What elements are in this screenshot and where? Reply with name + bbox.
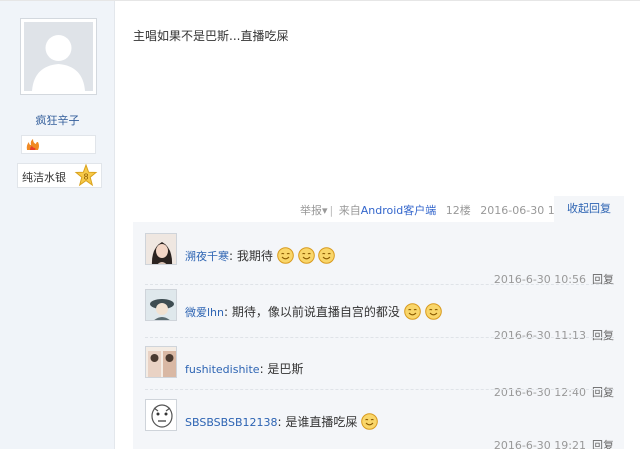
smile-emoji-icon [318, 247, 336, 264]
post-meta: 举报▾ | 来自Android客户端 12楼 2016-06-30 10:54 [300, 204, 580, 217]
reply-username[interactable]: fushitedishite [185, 363, 260, 376]
smile-emoji-icon [276, 247, 294, 264]
reply-avatar[interactable] [145, 346, 177, 378]
reply-button[interactable]: 回复 [592, 439, 614, 449]
reply-button[interactable]: 回复 [592, 329, 614, 342]
user-photo-icon [146, 234, 176, 264]
reply-list: 溯夜千寒: 我期待 2016-6-30 10:56 回复 微爱lhn: 期待，像… [133, 222, 624, 449]
username-link[interactable]: 疯狂辛子 [0, 112, 115, 128]
reply-time: 2016-6-30 19:21 [493, 439, 586, 449]
level-badge[interactable]: 纯洁水银 8 [17, 163, 102, 188]
reply-username[interactable]: SBSBSBSB12138 [185, 416, 278, 429]
divider [145, 337, 614, 338]
user-photo-icon [146, 347, 176, 377]
reply-item: fushitedishite: 是巴斯 2016-6-30 12:40 回复 [145, 346, 614, 399]
cartoon-face-icon [146, 400, 176, 430]
user-photo-icon [146, 290, 176, 320]
collapse-replies-button[interactable]: 收起回复 [554, 196, 624, 222]
user-sidebar: 疯狂辛子 纯洁水银 8 [0, 1, 115, 449]
smile-emoji-icon [424, 303, 442, 320]
level-number: 8 [83, 173, 88, 182]
reply-avatar[interactable] [145, 233, 177, 265]
reply-time: 2016-6-30 11:13 [493, 329, 586, 342]
smile-emoji-icon [361, 413, 379, 430]
user-avatar[interactable] [20, 18, 97, 95]
reply-username[interactable]: 溯夜千寒 [185, 250, 229, 263]
reply-text: 我期待 [236, 249, 273, 263]
reply-item: 溯夜千寒: 我期待 2016-6-30 10:56 回复 [145, 233, 614, 286]
reply-item: SBSBSBSB12138: 是谁直播吃屎 2016-6-30 19:21 回复 [145, 399, 614, 449]
post-content: 主唱如果不是巴斯...直播吃屎 [133, 29, 289, 43]
level-star-icon: 8 [74, 164, 98, 187]
emoji-group [273, 247, 336, 264]
reply-text: 是谁直播吃屎 [285, 415, 358, 429]
emoji-group [357, 413, 379, 430]
report-dropdown-icon[interactable]: ▾ [322, 204, 328, 217]
divider [145, 389, 614, 390]
smile-emoji-icon [403, 303, 421, 320]
divider [145, 284, 614, 285]
reply-text: 期待，像以前说直播自宫的都没 [231, 305, 400, 319]
report-link[interactable]: 举报 [300, 204, 322, 217]
level-label: 纯洁水银 [22, 171, 66, 184]
reply-avatar[interactable] [145, 399, 177, 431]
reply-item: 微爱lhn: 期待，像以前说直播自宫的都没 2016-6-30 11:13 回复 [145, 289, 614, 342]
flame-medal-icon[interactable] [26, 139, 40, 151]
source-prefix: 来自 [338, 204, 361, 217]
client-source-link[interactable]: Android客户端 [361, 204, 437, 217]
smile-emoji-icon [297, 247, 315, 264]
post-page: 疯狂辛子 纯洁水银 8 主唱如果不是巴斯...直播吃屎 举报▾ | 来自Andro… [0, 0, 640, 449]
reply-button[interactable]: 回复 [592, 386, 614, 399]
reply-avatar[interactable] [145, 289, 177, 321]
reply-text: 是巴斯 [267, 362, 304, 376]
emoji-group [400, 303, 442, 320]
medal-box [21, 135, 96, 154]
reply-time: 2016-6-30 12:40 [493, 386, 586, 399]
default-avatar-icon [24, 22, 93, 91]
floor-number: 12楼 [445, 204, 471, 217]
reply-username[interactable]: 微爱lhn [185, 306, 224, 319]
